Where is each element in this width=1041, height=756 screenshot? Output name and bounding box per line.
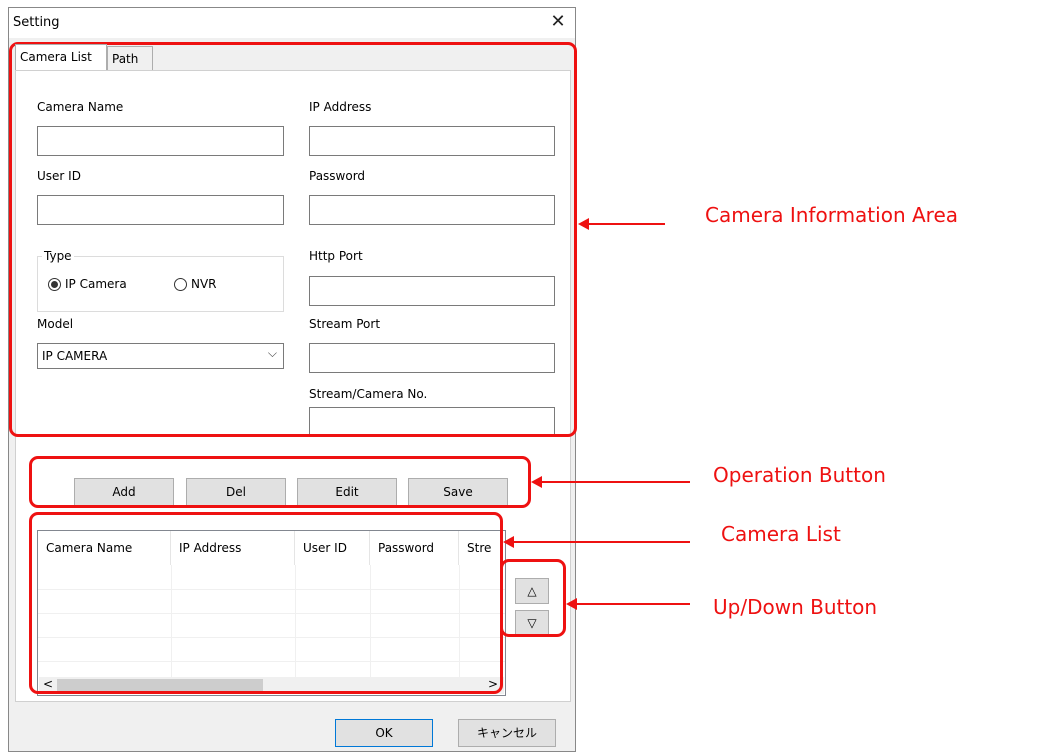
title-bar: Setting ✕ xyxy=(9,8,575,38)
annotation-camera-info-area: Camera Information Area xyxy=(705,203,958,227)
ok-button[interactable]: OK xyxy=(335,719,433,747)
annotation-camera-list: Camera List xyxy=(721,522,841,546)
arrow-head-icon xyxy=(578,218,589,230)
arrow-shaft xyxy=(538,481,690,483)
dialog-title: Setting xyxy=(13,15,60,30)
arrow-shaft xyxy=(510,541,690,543)
arrow-head-icon xyxy=(566,598,577,610)
cancel-button[interactable]: キャンセル xyxy=(458,719,556,747)
arrow-shaft xyxy=(585,223,665,225)
camera-list-highlight xyxy=(29,512,503,694)
close-icon[interactable]: ✕ xyxy=(547,11,569,33)
annotation-updown-button: Up/Down Button xyxy=(713,595,878,619)
arrow-head-icon xyxy=(531,476,542,488)
camera-info-area-highlight xyxy=(9,42,577,437)
tab-camera-list[interactable]: Camera List xyxy=(15,44,107,70)
annotation-operation-button: Operation Button xyxy=(713,463,886,487)
arrow-shaft xyxy=(573,603,690,605)
operation-button-highlight xyxy=(29,456,531,508)
updown-button-highlight xyxy=(500,559,566,637)
arrow-head-icon xyxy=(503,536,514,548)
